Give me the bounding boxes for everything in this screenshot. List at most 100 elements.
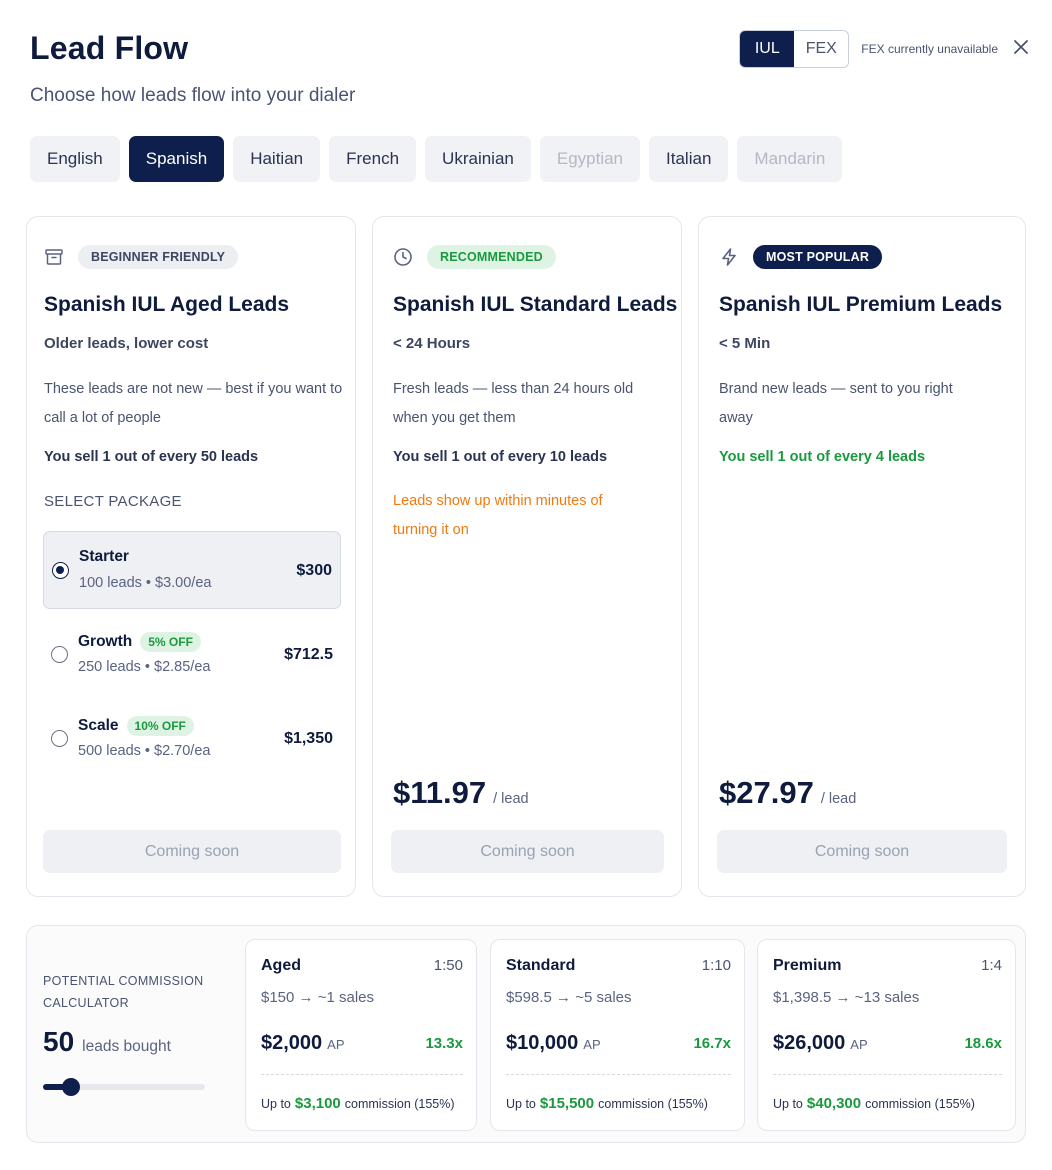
leads-count-value: 50	[43, 1026, 75, 1057]
card-sell-rate: You sell 1 out of every 4 leads	[719, 449, 926, 465]
select-package-label: SELECT PACKAGE	[44, 493, 182, 510]
tier-cost: $598.5 → ~5 sales	[506, 989, 632, 1006]
tier-standard: Standard 1:10 $598.5 → ~5 sales $10,000 A…	[490, 939, 745, 1131]
package-detail: 500 leads • $2.70/ea	[78, 743, 211, 759]
commission-prefix: Up to	[506, 1097, 536, 1111]
tab-ukrainian[interactable]: Ukrainian	[425, 136, 531, 182]
card-header: RECOMMENDED	[393, 245, 556, 269]
tier-ap: $2,000 AP	[261, 1032, 345, 1055]
card-description: Brand new leads — sent to you right away	[719, 381, 953, 426]
tier-ratio: 1:4	[981, 957, 1002, 974]
language-tabs: English Spanish Haitian French Ukrainian…	[30, 136, 843, 182]
divider	[506, 1074, 731, 1075]
fex-toggle-button[interactable]: FEX	[794, 31, 849, 67]
package-price: $300	[296, 562, 332, 579]
tier-premium: Premium 1:4 $1,398.5 → ~13 sales $26,000…	[757, 939, 1016, 1131]
slider-thumb[interactable]	[61, 1078, 80, 1096]
price-per-lead: $11.97 / lead	[393, 775, 529, 811]
tier-ap: $10,000 AP	[506, 1032, 601, 1055]
card-sell-rate: You sell 1 out of every 50 leads	[44, 449, 259, 465]
commission-calculator: POTENTIAL COMMISSION CALCULATOR 50 leads…	[26, 925, 1026, 1143]
commission-suffix: commission (155%)	[865, 1097, 975, 1111]
divider	[773, 1074, 1002, 1075]
coming-soon-button[interactable]: Coming soon	[717, 830, 1007, 873]
tier-multiple: 13.3x	[425, 1035, 463, 1052]
page-title: Lead Flow	[30, 30, 189, 66]
tier-name: Aged	[261, 957, 301, 974]
iul-toggle-button[interactable]: IUL	[740, 31, 795, 67]
card-subtitle: < 5 Min	[719, 335, 771, 352]
price-amount: $27.97	[719, 775, 814, 810]
aged-leads-card: BEGINNER FRIENDLY Spanish IUL Aged Leads…	[26, 216, 356, 897]
tab-haitian[interactable]: Haitian	[233, 136, 321, 182]
price-unit: / lead	[820, 791, 857, 807]
radio-button[interactable]	[51, 730, 68, 747]
tab-french[interactable]: French	[329, 136, 417, 182]
tier-commission: Up to $15,500 commission (155%)	[506, 1095, 708, 1112]
fex-unavailable-note: FEX currently unavailable	[861, 42, 998, 56]
coming-soon-button[interactable]: Coming soon	[391, 830, 664, 873]
page-header: Lead Flow Choose how leads flow into you…	[30, 30, 355, 107]
package-growth[interactable]: Growth 5% OFF 250 leads • $2.85/ea $712.5	[43, 616, 341, 694]
package-detail: 100 leads • $3.00/ea	[79, 575, 212, 591]
product-toggle-area: IUL FEX FEX currently unavailable	[739, 30, 1030, 68]
radio-button[interactable]	[51, 646, 68, 663]
tier-name: Premium	[773, 957, 842, 974]
commission-value: $40,300	[806, 1095, 862, 1112]
leads-bought-count: 50 leads bought	[43, 1026, 171, 1058]
card-title: Spanish IUL Standard Leads	[393, 293, 678, 316]
commission-suffix: commission (155%)	[598, 1097, 708, 1111]
tier-cost: $1,398.5 → ~13 sales	[773, 989, 920, 1006]
radio-button[interactable]	[52, 562, 69, 579]
package-name-text: Scale	[78, 717, 119, 734]
package-scale[interactable]: Scale 10% OFF 500 leads • $2.70/ea $1,350	[43, 700, 341, 778]
commission-value: $15,500	[539, 1095, 595, 1112]
coming-soon-button[interactable]: Coming soon	[43, 830, 341, 873]
package-starter[interactable]: Starter 100 leads • $3.00/ea $300	[43, 531, 341, 609]
discount-badge: 5% OFF	[140, 632, 201, 652]
most-popular-badge: MOST POPULAR	[753, 245, 883, 269]
card-note: Leads show up within minutes of turning …	[393, 493, 603, 538]
recommended-badge: RECOMMENDED	[427, 245, 556, 269]
tier-cost: $150 → ~1 sales	[261, 989, 374, 1006]
tier-commission: Up to $40,300 commission (155%)	[773, 1095, 975, 1112]
card-description: These leads are not new — best if you wa…	[44, 381, 343, 426]
commission-suffix: commission (155%)	[344, 1097, 455, 1111]
commission-prefix: Up to	[261, 1097, 291, 1111]
tab-mandarin: Mandarin	[737, 136, 843, 182]
package-detail: 250 leads • $2.85/ea	[78, 659, 211, 675]
divider	[261, 1074, 463, 1075]
card-sell-rate: You sell 1 out of every 10 leads	[393, 449, 608, 465]
ap-label: AP	[327, 1037, 345, 1052]
ap-value: $26,000	[773, 1032, 846, 1054]
beginner-friendly-badge: BEGINNER FRIENDLY	[78, 245, 239, 269]
tab-spanish[interactable]: Spanish	[128, 136, 225, 182]
ap-label: AP	[583, 1037, 601, 1052]
discount-badge: 10% OFF	[126, 716, 194, 736]
leads-slider[interactable]	[43, 1078, 205, 1096]
tier-ratio: 1:10	[701, 957, 731, 974]
ap-value: $10,000	[506, 1032, 579, 1054]
clock-icon	[393, 247, 413, 267]
ap-label: AP	[850, 1037, 868, 1052]
tier-multiple: 16.7x	[693, 1035, 731, 1052]
commission-prefix: Up to	[773, 1097, 803, 1111]
tier-commission: Up to $3,100 commission (155%)	[261, 1095, 455, 1112]
tab-english[interactable]: English	[30, 136, 120, 182]
card-header: BEGINNER FRIENDLY	[44, 245, 239, 269]
card-title: Spanish IUL Aged Leads	[44, 293, 290, 316]
calculator-label: POTENTIAL COMMISSION CALCULATOR	[43, 974, 204, 1010]
card-subtitle: < 24 Hours	[393, 335, 471, 352]
premium-leads-card: MOST POPULAR Spanish IUL Premium Leads <…	[698, 216, 1026, 897]
package-name-text: Starter	[79, 548, 129, 565]
price-unit: / lead	[493, 791, 529, 807]
package-name: Growth 5% OFF	[78, 632, 201, 652]
tab-italian[interactable]: Italian	[649, 136, 729, 182]
card-title: Spanish IUL Premium Leads	[719, 293, 1003, 316]
lightning-bolt-icon	[719, 247, 739, 267]
card-subtitle: Older leads, lower cost	[44, 335, 209, 352]
card-description: Fresh leads — less than 24 hours old whe…	[393, 381, 634, 426]
package-name: Starter	[79, 548, 129, 566]
tier-ap: $26,000 AP	[773, 1032, 868, 1055]
close-icon[interactable]	[1012, 38, 1030, 61]
